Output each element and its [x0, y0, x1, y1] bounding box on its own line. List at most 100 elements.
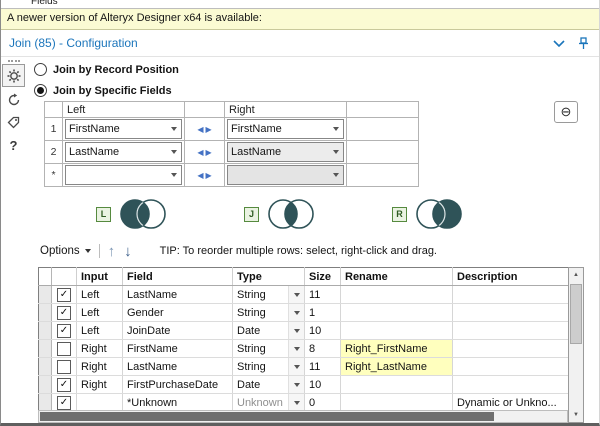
field-row[interactable]: RightFirstNameString8Right_FirstName	[39, 340, 569, 358]
field-checkbox[interactable]: ✓	[57, 378, 71, 392]
checkbox-cell: ✓	[52, 376, 77, 394]
field-checkbox[interactable]: ✓	[57, 288, 71, 302]
type-dropdown-button[interactable]	[288, 340, 304, 357]
swap-right-icon[interactable]: ▶	[206, 171, 212, 180]
field-row[interactable]: ✓LeftGenderString1	[39, 304, 569, 322]
left-field-dropdown[interactable]: LastName	[65, 142, 182, 162]
refresh-circular-arrows-icon[interactable]	[3, 89, 24, 110]
row-handle[interactable]	[39, 394, 52, 412]
field-name-cell: Gender	[123, 304, 233, 322]
horizontal-scroll-thumb[interactable]	[40, 412, 494, 421]
field-row[interactable]: ✓LeftJoinDateDate10	[39, 322, 569, 340]
row-handle[interactable]	[39, 322, 52, 340]
left-field-dropdown[interactable]: FirstName	[65, 119, 182, 139]
field-input-cell: Left	[77, 322, 123, 340]
field-rename-cell[interactable]	[341, 322, 453, 340]
radio-join-by-specific-fields[interactable]: Join by Specific Fields	[34, 82, 598, 99]
join-left-cell: LastName	[63, 141, 185, 164]
radio-join-by-record-position[interactable]: Join by Record Position	[34, 61, 598, 78]
radio-button[interactable]	[34, 63, 47, 76]
horizontal-scrollbar[interactable]	[38, 410, 568, 423]
pin-icon[interactable]	[578, 37, 589, 50]
field-type-value: Date	[233, 325, 288, 337]
vertical-scroll-track[interactable]	[569, 282, 583, 408]
field-rename-cell[interactable]	[341, 394, 453, 412]
row-handle[interactable]	[39, 376, 52, 394]
field-rename-cell[interactable]: Right_LastName	[341, 358, 453, 376]
checkbox-cell: ✓	[52, 394, 77, 412]
scroll-up-icon[interactable]: ▲	[569, 268, 583, 282]
swap-right-icon[interactable]: ▶	[206, 148, 212, 157]
field-rename-cell[interactable]	[341, 286, 453, 304]
type-dropdown-button[interactable]	[288, 322, 304, 339]
type-wrap: Date	[233, 376, 304, 393]
options-dropdown-button[interactable]: Options	[40, 245, 91, 257]
dropdown-caret-icon	[329, 150, 343, 154]
column-header-type: Type	[233, 268, 305, 286]
field-checkbox[interactable]	[57, 342, 71, 356]
field-input-cell: Left	[77, 304, 123, 322]
field-description-cell	[453, 340, 569, 358]
swap-left-icon[interactable]: ◀	[197, 125, 203, 134]
field-size-cell: 8	[305, 340, 341, 358]
join-table-corner	[45, 102, 63, 118]
field-rename-cell[interactable]	[341, 376, 453, 394]
join-row-number: *	[45, 164, 63, 187]
right-field-dropdown[interactable]: FirstName	[227, 119, 344, 139]
field-row[interactable]: RightLastNameString11Right_LastName	[39, 358, 569, 376]
remove-join-row-button[interactable]: ⊖	[554, 101, 578, 123]
field-rename-cell[interactable]: Right_FirstName	[341, 340, 453, 358]
right-field-dropdown[interactable]	[227, 165, 344, 185]
type-dropdown-button[interactable]	[288, 394, 304, 411]
field-type-cell: String	[233, 340, 305, 358]
help-icon[interactable]: ?	[3, 135, 24, 156]
type-dropdown-button[interactable]	[288, 376, 304, 393]
field-row[interactable]: ✓*UnknownUnknown0Dynamic or Unkno...	[39, 394, 569, 412]
field-checkbox[interactable]: ✓	[57, 396, 71, 410]
field-description-cell	[453, 322, 569, 340]
field-checkbox[interactable]: ✓	[57, 306, 71, 320]
field-rename-cell[interactable]	[341, 304, 453, 322]
field-name-cell: FirstPurchaseDate	[123, 376, 233, 394]
field-name-cell: LastName	[123, 286, 233, 304]
right-field-dropdown[interactable]: LastName	[227, 142, 344, 162]
vertical-scroll-thumb[interactable]	[570, 284, 582, 344]
left-field-dropdown[interactable]	[65, 165, 182, 185]
swap-left-icon[interactable]: ◀	[197, 171, 203, 180]
row-handle[interactable]	[39, 304, 52, 322]
vertical-scrollbar[interactable]: ▲ ▼	[568, 267, 584, 423]
dropdown-caret-icon	[294, 383, 300, 387]
field-row[interactable]: ✓RightFirstPurchaseDateDate10	[39, 376, 569, 394]
move-up-icon[interactable]: ↑	[108, 244, 116, 259]
row-handle[interactable]	[39, 358, 52, 376]
toolbar-divider	[99, 244, 100, 258]
options-label: Options	[40, 245, 80, 257]
annotation-tag-icon[interactable]	[3, 112, 24, 133]
dropdown-caret-icon	[294, 311, 300, 315]
field-type-cell: Unknown	[233, 394, 305, 412]
type-dropdown-button[interactable]	[288, 286, 304, 303]
radio-button[interactable]	[34, 84, 47, 97]
configuration-tab-gear-icon[interactable]	[2, 64, 25, 87]
scroll-down-icon[interactable]: ▼	[569, 408, 583, 422]
field-checkbox[interactable]: ✓	[57, 324, 71, 338]
type-dropdown-button[interactable]	[288, 304, 304, 321]
field-checkbox[interactable]	[57, 360, 71, 374]
checkbox-cell: ✓	[52, 286, 77, 304]
field-row[interactable]: ✓LeftLastNameString11	[39, 286, 569, 304]
left-anchor-label: L	[96, 207, 111, 222]
field-type-value: Date	[233, 379, 288, 391]
swap-right-icon[interactable]: ▶	[206, 125, 212, 134]
swap-left-icon[interactable]: ◀	[197, 148, 203, 157]
column-header-field: Field	[123, 268, 233, 286]
type-dropdown-button[interactable]	[288, 358, 304, 375]
configuration-header: Join (85) - Configuration	[1, 30, 599, 57]
row-handle[interactable]	[39, 340, 52, 358]
join-right-cell: FirstName	[225, 118, 347, 141]
row-handle[interactable]	[39, 286, 52, 304]
update-notification-bar[interactable]: A newer version of Alteryx Designer x64 …	[1, 8, 599, 30]
collapse-chevron-icon[interactable]	[553, 40, 565, 47]
swap-arrows-cell: ◀▶	[185, 118, 225, 141]
move-down-icon[interactable]: ↓	[124, 244, 132, 259]
field-type-value: String	[233, 307, 288, 319]
